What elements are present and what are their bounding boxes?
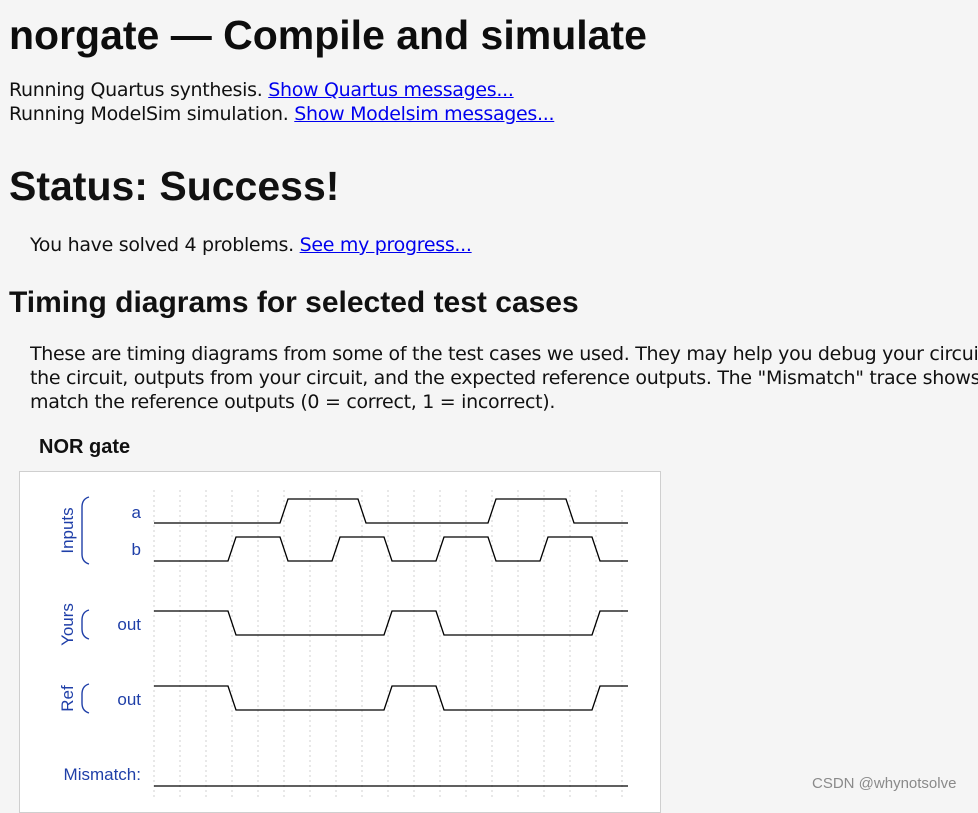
run-status: Running Quartus synthesis. Show Quartus … [9, 78, 555, 126]
trace-inputs-a [154, 498, 628, 524]
group-bracket-yours [81, 609, 90, 640]
see-my-progress-link[interactable]: See my progress... [300, 234, 472, 256]
diagram-title: NOR gate [39, 436, 131, 458]
timing-diagram-svg: ab out out Mismatch: Inputs Yours Ref [58, 490, 628, 797]
timing-description-line: match the reference outputs (0 = correct… [30, 391, 556, 413]
modelsim-status-text: Running ModelSim simulation. [9, 103, 289, 125]
page-title: norgate — Compile and simulate [9, 12, 647, 58]
modelsim-line: Running ModelSim simulation. Show Models… [9, 102, 555, 126]
timing-description-line: the circuit, outputs from your circuit, … [30, 367, 978, 389]
quartus-status-text: Running Quartus synthesis. [9, 79, 263, 101]
trace-yours-out [154, 610, 628, 636]
show-quartus-messages-link[interactable]: Show Quartus messages... [268, 79, 514, 101]
group-label-inputs: Inputs [58, 507, 77, 553]
solved-line: You have solved 4 problems. See my progr… [30, 233, 472, 257]
group-bracket-inputs [81, 496, 90, 565]
timing-diagram: a b out out Mismatch: Inputs Yours Ref [19, 471, 661, 813]
group-bracket-ref [81, 683, 90, 714]
quartus-line: Running Quartus synthesis. Show Quartus … [9, 78, 554, 102]
solved-count-text: You have solved 4 problems. [30, 234, 294, 256]
watermark: CSDN @whynotsolve [812, 775, 957, 792]
mismatch-label: Mismatch: [64, 765, 141, 784]
timing-description-line: These are timing diagrams from some of t… [30, 343, 978, 365]
signal-label-inputs-b: b [132, 540, 141, 559]
timing-description: These are timing diagrams from some of t… [30, 342, 978, 414]
status-heading: Status: Success! [9, 163, 340, 209]
group-label-yours: Yours [58, 603, 77, 646]
signal-label-yours-out: out [117, 615, 141, 634]
trace-ref-out [154, 685, 628, 711]
trace-inputs-b [154, 536, 628, 562]
signal-label-inputs-a: a [132, 503, 142, 522]
timing-diagrams-heading: Timing diagrams for selected test cases [9, 286, 579, 319]
show-modelsim-messages-link[interactable]: Show Modelsim messages... [294, 103, 554, 125]
signal-label-ref-out: out [117, 690, 141, 709]
group-label-ref: Ref [58, 685, 77, 712]
